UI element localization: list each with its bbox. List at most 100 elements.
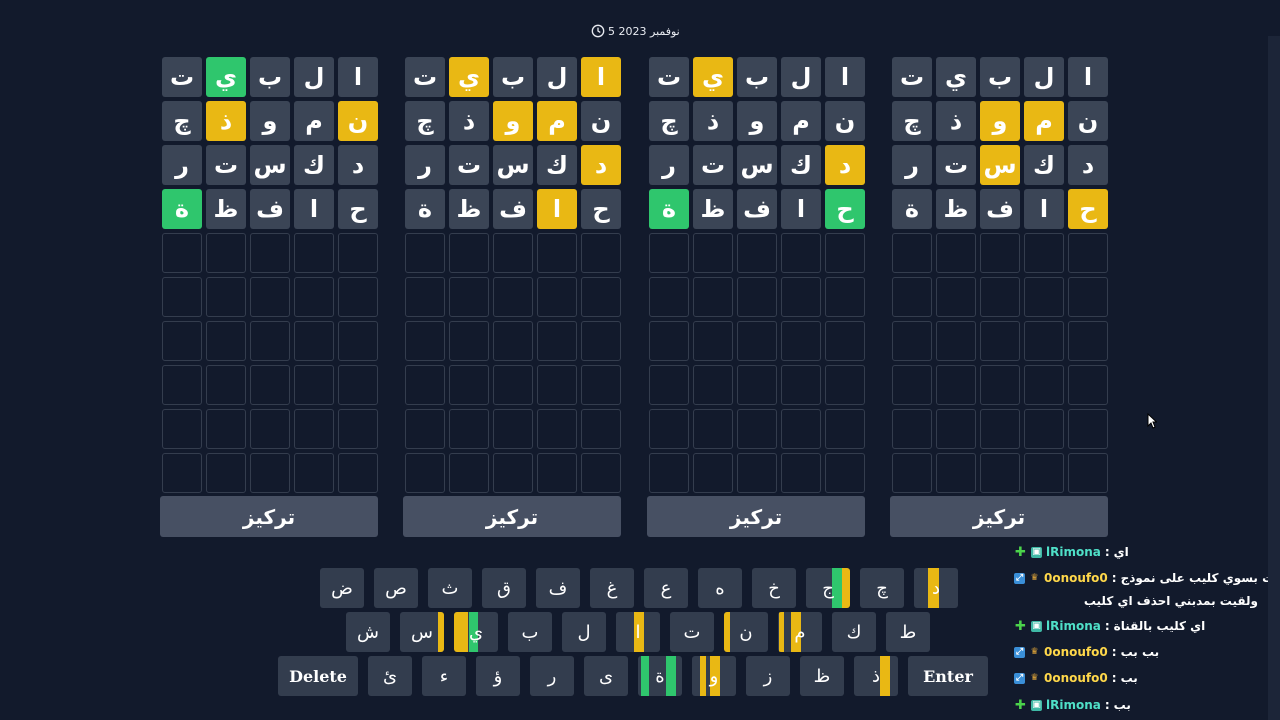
key-label: ئ bbox=[382, 665, 398, 687]
letter-tile: م bbox=[1024, 101, 1064, 141]
letter-key[interactable]: ج bbox=[806, 568, 850, 608]
letter-key[interactable]: ذ bbox=[854, 656, 898, 696]
empty-tile bbox=[206, 277, 246, 317]
letter-key[interactable]: ى bbox=[584, 656, 628, 696]
empty-tile bbox=[980, 409, 1020, 449]
empty-tile bbox=[294, 365, 334, 405]
letter-key[interactable]: ة bbox=[638, 656, 682, 696]
key-label: ب bbox=[521, 621, 539, 643]
letter-tile: ب bbox=[250, 57, 290, 97]
empty-tile bbox=[449, 409, 489, 449]
letter-key[interactable]: ق bbox=[482, 568, 526, 608]
key-label: ص bbox=[385, 577, 407, 599]
empty-tile bbox=[537, 277, 577, 317]
letter-tile: و bbox=[250, 101, 290, 141]
letter-key[interactable]: ت bbox=[670, 612, 714, 652]
letter-tile: ف bbox=[980, 189, 1020, 229]
letter-key[interactable]: ض bbox=[320, 568, 364, 608]
chat-username: lRimona bbox=[1046, 619, 1101, 633]
letter-tile: ت bbox=[936, 145, 976, 185]
empty-tile bbox=[581, 409, 621, 449]
empty-tile bbox=[581, 365, 621, 405]
empty-tile bbox=[825, 453, 865, 493]
letter-key[interactable]: چ bbox=[860, 568, 904, 608]
letter-key[interactable]: ب bbox=[508, 612, 552, 652]
empty-tile bbox=[936, 233, 976, 273]
letter-key[interactable]: ل bbox=[562, 612, 606, 652]
key-label: ء bbox=[439, 665, 449, 687]
letter-tile: ر bbox=[649, 145, 689, 185]
letter-tile: ح bbox=[825, 189, 865, 229]
letter-key[interactable]: ئ bbox=[368, 656, 412, 696]
empty-tile bbox=[980, 365, 1020, 405]
empty-tile bbox=[649, 233, 689, 273]
letter-tile: ة bbox=[405, 189, 445, 229]
empty-tile bbox=[693, 321, 733, 361]
focus-button[interactable]: تركيز bbox=[647, 496, 865, 537]
letter-tile: د bbox=[1068, 145, 1108, 185]
delete-key[interactable]: Delete bbox=[278, 656, 358, 696]
empty-tile bbox=[250, 409, 290, 449]
chat-username: 0onoufo0 bbox=[1044, 671, 1108, 685]
empty-tile bbox=[737, 409, 777, 449]
empty-tile bbox=[1024, 277, 1064, 317]
letter-key[interactable]: و bbox=[692, 656, 736, 696]
empty-tile bbox=[162, 409, 202, 449]
focus-button[interactable]: تركيز bbox=[890, 496, 1108, 537]
key-label: ؤ bbox=[493, 665, 503, 687]
letter-tile: ذ bbox=[936, 101, 976, 141]
letter-key[interactable]: ظ bbox=[800, 656, 844, 696]
letter-tile: ن bbox=[1068, 101, 1108, 141]
letter-key[interactable]: ن bbox=[724, 612, 768, 652]
chat-separator: : bbox=[1111, 645, 1117, 659]
empty-tile bbox=[493, 409, 533, 449]
plus-badge-icon: ✚ bbox=[1015, 697, 1026, 713]
letter-tile: ت bbox=[405, 57, 445, 97]
empty-tile bbox=[781, 365, 821, 405]
letter-key[interactable]: د bbox=[914, 568, 958, 608]
chat-text: اي bbox=[1113, 545, 1129, 559]
empty-tile bbox=[493, 321, 533, 361]
letter-tile: ظ bbox=[693, 189, 733, 229]
letter-tile: ا bbox=[338, 57, 378, 97]
focus-button[interactable]: تركيز bbox=[403, 496, 621, 537]
moderator-badge-icon: ⤢ bbox=[1014, 672, 1025, 684]
empty-tile bbox=[449, 277, 489, 317]
enter-key[interactable]: Enter bbox=[908, 656, 988, 696]
empty-tile bbox=[537, 409, 577, 449]
empty-tile bbox=[649, 409, 689, 449]
empty-tile bbox=[338, 365, 378, 405]
letter-key[interactable]: ا bbox=[616, 612, 660, 652]
empty-tile bbox=[294, 321, 334, 361]
empty-tile bbox=[936, 409, 976, 449]
letter-key[interactable]: ك bbox=[832, 612, 876, 652]
chat-username: lRimona bbox=[1046, 698, 1101, 712]
letter-key[interactable]: س bbox=[400, 612, 444, 652]
key-label: ك bbox=[846, 621, 862, 643]
empty-tile bbox=[1068, 277, 1108, 317]
letter-tile: ة bbox=[892, 189, 932, 229]
letter-key[interactable]: غ bbox=[590, 568, 634, 608]
letter-key[interactable]: ر bbox=[530, 656, 574, 696]
letter-key[interactable]: ش bbox=[346, 612, 390, 652]
board-1: ا ل ب ي ت ن م و ذ چ د ك س ت ر ح ا ف ظ ة تركيز bbox=[890, 57, 1108, 537]
letter-key[interactable]: ز bbox=[746, 656, 790, 696]
letter-key[interactable]: ؤ bbox=[476, 656, 520, 696]
letter-key[interactable]: ء bbox=[422, 656, 466, 696]
letter-key[interactable]: ف bbox=[536, 568, 580, 608]
letter-key[interactable]: م bbox=[778, 612, 822, 652]
key-label: ق bbox=[497, 577, 511, 599]
letter-key[interactable]: ي bbox=[454, 612, 498, 652]
letter-key[interactable]: خ bbox=[752, 568, 796, 608]
letter-tile: ا bbox=[581, 57, 621, 97]
letter-key[interactable]: ه bbox=[698, 568, 742, 608]
letter-key[interactable]: ط bbox=[886, 612, 930, 652]
letter-key[interactable]: ث bbox=[428, 568, 472, 608]
letter-key[interactable]: ص bbox=[374, 568, 418, 608]
letter-key[interactable]: ع bbox=[644, 568, 688, 608]
focus-button[interactable]: تركيز bbox=[160, 496, 378, 537]
scrollbar[interactable] bbox=[1268, 36, 1280, 720]
letter-tile: س bbox=[737, 145, 777, 185]
letter-tile: د bbox=[581, 145, 621, 185]
letter-tile: ف bbox=[493, 189, 533, 229]
